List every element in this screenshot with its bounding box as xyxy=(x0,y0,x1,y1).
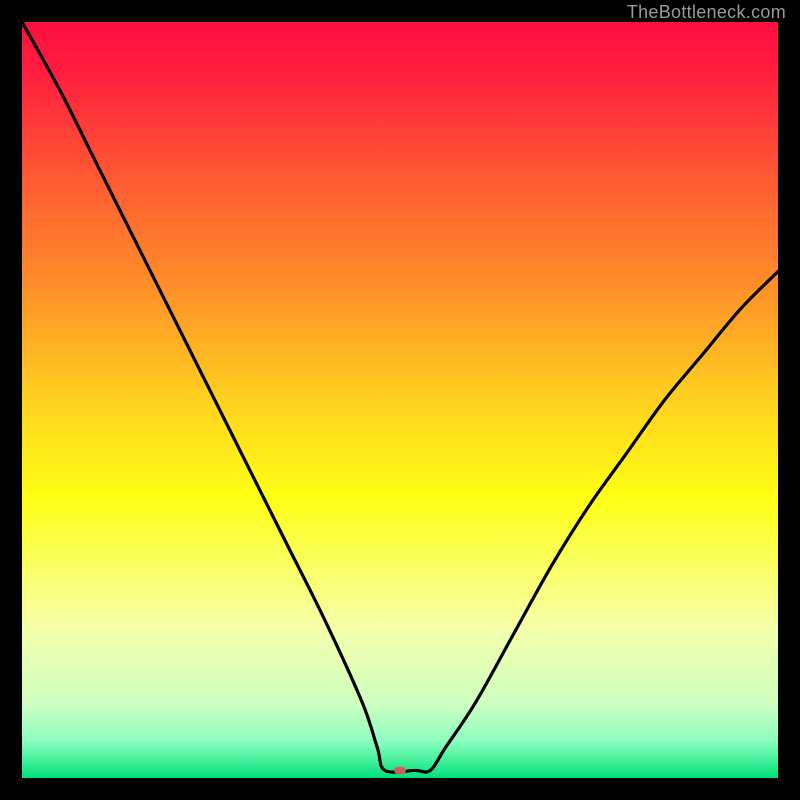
plot-svg xyxy=(22,22,778,778)
marker-dot xyxy=(394,766,406,774)
attribution-text: TheBottleneck.com xyxy=(627,2,786,23)
chart-frame: TheBottleneck.com xyxy=(0,0,800,800)
plot-area xyxy=(22,22,778,778)
